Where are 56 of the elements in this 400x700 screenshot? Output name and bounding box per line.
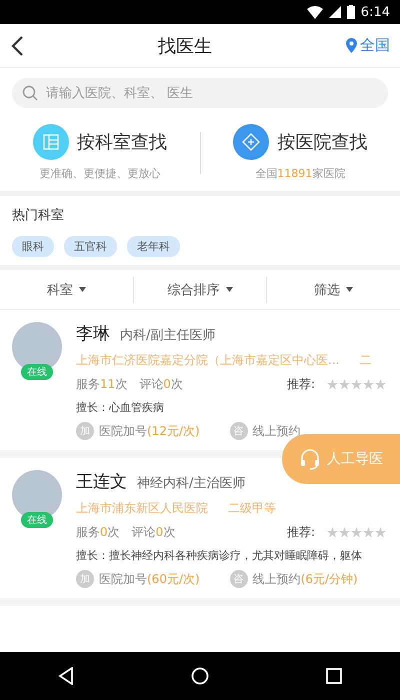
doctor-name: 王连文: [76, 471, 127, 493]
battery-icon: [346, 5, 355, 19]
headset-icon: [299, 448, 321, 470]
review-count: 评论0次: [132, 524, 176, 541]
hospital-count-text: 全国11891家医院: [255, 166, 346, 181]
star-icon: [363, 527, 374, 538]
star-icon: [327, 527, 338, 538]
star-icon: [375, 527, 386, 538]
doctor-title: 内科/副主任医师: [120, 327, 216, 344]
hospital-name: 上海市仁济医院嘉定分院（上海市嘉定区中心医...: [76, 352, 340, 369]
clock-time: 6:14: [360, 4, 390, 20]
location-button[interactable]: 全国: [346, 36, 390, 55]
star-icon: [363, 379, 374, 390]
section-title: 热门科室: [12, 207, 65, 224]
filter-dropdown[interactable]: 筛选: [267, 276, 400, 302]
recommend-label: 推荐:: [286, 376, 315, 393]
recents-icon[interactable]: [326, 668, 342, 684]
caret-icon: [226, 287, 232, 292]
doctor-name: 李琳: [76, 323, 110, 345]
filter-dropdown[interactable]: 综合排序: [134, 276, 268, 302]
hospital-search-button[interactable]: 按医院查找: [233, 124, 368, 160]
hospital-level: 二: [359, 352, 372, 369]
entry-subtitle: 更准确、更便捷、更放心: [39, 166, 160, 181]
department-search-button[interactable]: 按科室查找: [32, 124, 167, 160]
signal-icon: [328, 6, 341, 18]
review-count: 评论0次: [139, 376, 183, 393]
search-field[interactable]: 请输入医院、科室、 医生: [12, 78, 388, 108]
star-icon: [339, 379, 350, 390]
hospital-name: 上海市浦东新区人民医院: [76, 500, 208, 517]
star-icon: [327, 379, 338, 390]
service-count: 服务0次: [76, 524, 120, 541]
home-icon[interactable]: [190, 667, 209, 685]
star-icon: [351, 527, 362, 538]
expertise-text: 擅长：擅长神经内科各种疾病诊疗，尤其对睡眠障碍，躯体: [76, 548, 362, 563]
department-tag[interactable]: 五官科: [64, 236, 117, 257]
expertise-text: 擅长：心血管疾病: [76, 400, 164, 415]
online-badge: 在线: [21, 512, 53, 528]
star-icon: [375, 379, 386, 390]
service-count: 服务11次: [76, 376, 128, 393]
wifi-icon: [306, 6, 323, 18]
recommend-label: 推荐:: [286, 524, 315, 541]
caret-icon: [346, 287, 354, 292]
search-icon: [22, 85, 38, 101]
page-title: 找医生: [158, 34, 212, 58]
star-icon: [351, 379, 362, 390]
back-icon[interactable]: [10, 34, 24, 56]
online-badge: 在线: [21, 364, 53, 380]
department-tag[interactable]: 老年科: [127, 236, 180, 257]
panel-icon: [32, 124, 69, 160]
hospital-level: 二级甲等: [228, 500, 276, 517]
department-tag[interactable]: 眼科: [12, 236, 54, 257]
location-pin-icon: [346, 38, 357, 53]
doctor-title: 神经内科/主治医师: [137, 475, 246, 492]
caret-icon: [78, 287, 86, 292]
filter-dropdown[interactable]: 科室: [0, 276, 134, 302]
star-icon: [339, 527, 350, 538]
